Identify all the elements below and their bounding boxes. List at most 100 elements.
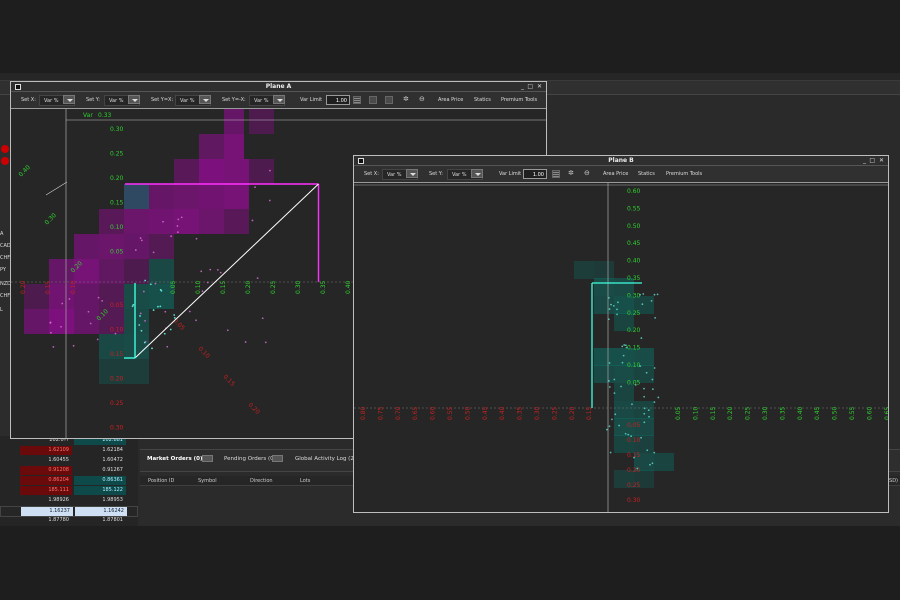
column-direction[interactable]: Direction — [250, 478, 273, 484]
scatter-point — [646, 449, 649, 452]
scatter-point — [651, 388, 654, 391]
dropdown-icon[interactable] — [128, 95, 140, 104]
settings-icon[interactable]: ✲ — [568, 169, 574, 177]
var-limit-input[interactable]: 1.00 — [326, 95, 350, 105]
statics-button[interactable]: Statics — [638, 171, 655, 177]
var-limit-label: Var Limit — [499, 171, 522, 177]
ask-cell: 1.87801 — [102, 517, 123, 523]
maximize-icon[interactable]: □ — [869, 157, 875, 164]
tab-activity-log[interactable]: Global Activity Log (2) — [295, 456, 356, 462]
premium-tools-button[interactable]: Premium Tools — [666, 171, 702, 177]
x-tick-label: 0.10 — [692, 406, 699, 420]
quote-row[interactable]: 1.62109 1.62184 — [0, 446, 138, 455]
x-tick-label-neg: 0.80 — [360, 406, 367, 420]
plane-b-window[interactable]: Plane B _ □ ✕ Set X: Var % Set Y: Var % … — [353, 155, 889, 513]
window-titlebar[interactable]: Plane B _ □ ✕ — [354, 156, 888, 166]
grid-toggle-icon[interactable] — [353, 96, 361, 104]
quote-row[interactable]: 1.87780 1.87801 — [0, 516, 138, 525]
x-tick-label: 0.15 — [220, 280, 227, 294]
zoom-icon[interactable]: ⊖ — [584, 169, 590, 177]
symbol-label[interactable]: PY — [0, 267, 6, 273]
scatter-point — [653, 401, 656, 404]
column-lots[interactable]: Lots — [300, 478, 310, 484]
dropdown-icon[interactable] — [63, 95, 75, 104]
view-button-icon[interactable] — [369, 96, 377, 104]
area-price-button[interactable]: Area Price — [438, 97, 463, 103]
tab-menu-icon[interactable] — [272, 455, 283, 462]
scatter-point — [618, 424, 620, 427]
quote-row[interactable]: 1.98926 1.98953 — [0, 496, 138, 505]
symbol-label[interactable]: CHF — [0, 293, 10, 299]
scatter-point — [89, 322, 92, 325]
minimize-icon[interactable]: _ — [863, 157, 866, 164]
symbol-label[interactable]: A — [0, 231, 3, 237]
settings-icon[interactable]: ✲ — [403, 95, 409, 103]
grid-toggle-icon[interactable] — [552, 170, 560, 178]
scatter-point — [613, 378, 616, 381]
scatter-point — [651, 378, 654, 381]
alert-icon — [1, 145, 9, 153]
y-tick-label: 0.35 — [627, 275, 641, 282]
premium-tools-button[interactable]: Premium Tools — [501, 97, 537, 103]
scatter-point — [643, 421, 646, 424]
scatter-point — [101, 299, 104, 302]
dropdown-icon[interactable] — [273, 95, 285, 104]
quote-row[interactable]: 185.111 185.122 — [0, 486, 138, 495]
scatter-point — [254, 186, 256, 189]
dropdown-icon[interactable] — [471, 169, 483, 178]
scatter-point — [261, 317, 264, 320]
x-tick-label: 0.40 — [345, 280, 352, 294]
x-tick-label-neg: 0.50 — [464, 406, 471, 420]
column-symbol[interactable]: Symbol — [198, 478, 217, 484]
scatter-point — [138, 324, 141, 326]
plane-b-plot[interactable]: 0.60 0.55 0.50 0.45 0.40 0.35 0.30 0.25 0.20 0.15… — [354, 183, 888, 513]
y-tick-label: 0.55 — [627, 205, 641, 212]
ask-cell: 1.62184 — [102, 447, 123, 453]
alert-icon — [1, 157, 9, 165]
ask-cell: 0.86361 — [74, 476, 126, 485]
quote-row[interactable]: 0.91208 0.91267 — [0, 466, 138, 475]
column-position-id[interactable]: Position ID — [148, 478, 174, 484]
heat-cell — [594, 261, 614, 279]
symbol-label[interactable]: L — [0, 307, 3, 313]
close-icon[interactable]: ✕ — [537, 83, 542, 90]
scatter-point — [176, 225, 179, 227]
close-icon[interactable]: ✕ — [879, 157, 884, 164]
scatter-point — [114, 332, 117, 335]
dropdown-icon[interactable] — [406, 169, 418, 178]
heat-cell — [149, 184, 174, 209]
tab-market-orders[interactable]: Market Orders (0) — [147, 456, 203, 462]
var-limit-input[interactable]: 1.00 — [523, 169, 547, 179]
maximize-icon[interactable]: □ — [527, 83, 533, 90]
x-tick-label-neg: 0.30 — [534, 406, 541, 420]
scatter-point — [169, 328, 172, 331]
scatter-point — [264, 341, 267, 344]
zoom-icon[interactable]: ⊖ — [419, 95, 425, 103]
scatter-point — [647, 409, 650, 412]
heat-cell — [199, 134, 224, 159]
heat-cell — [174, 184, 199, 209]
tab-menu-icon[interactable] — [202, 455, 213, 462]
scatter-point — [251, 219, 254, 222]
scatter-point — [643, 407, 646, 410]
view-button-icon[interactable] — [385, 96, 393, 104]
y-tick-label: 0.05 — [110, 249, 124, 256]
area-price-button[interactable]: Area Price — [603, 171, 628, 177]
window-titlebar[interactable]: Plane A _ □ ✕ — [11, 82, 546, 92]
x-tick-label: 0.05 — [675, 406, 682, 420]
quote-row[interactable]: 0.86204 0.86361 — [0, 476, 138, 485]
set-y-label: Set Y: — [429, 171, 443, 177]
scatter-point — [607, 318, 610, 321]
y-tick-label-neg: 0.25 — [110, 400, 124, 407]
quote-row[interactable]: 1.60455 1.60472 — [0, 456, 138, 465]
scatter-point — [49, 321, 52, 324]
scatter-point — [636, 467, 639, 470]
tab-pending-orders[interactable]: Pending Orders (0) — [224, 456, 276, 462]
scatter-point — [140, 329, 143, 332]
dropdown-icon[interactable] — [199, 95, 211, 104]
symbol-label[interactable]: CHF — [0, 255, 10, 261]
minimize-icon[interactable]: _ — [521, 83, 524, 90]
heat-cell — [594, 278, 614, 296]
scatter-point — [180, 216, 183, 219]
statics-button[interactable]: Statics — [474, 97, 491, 103]
